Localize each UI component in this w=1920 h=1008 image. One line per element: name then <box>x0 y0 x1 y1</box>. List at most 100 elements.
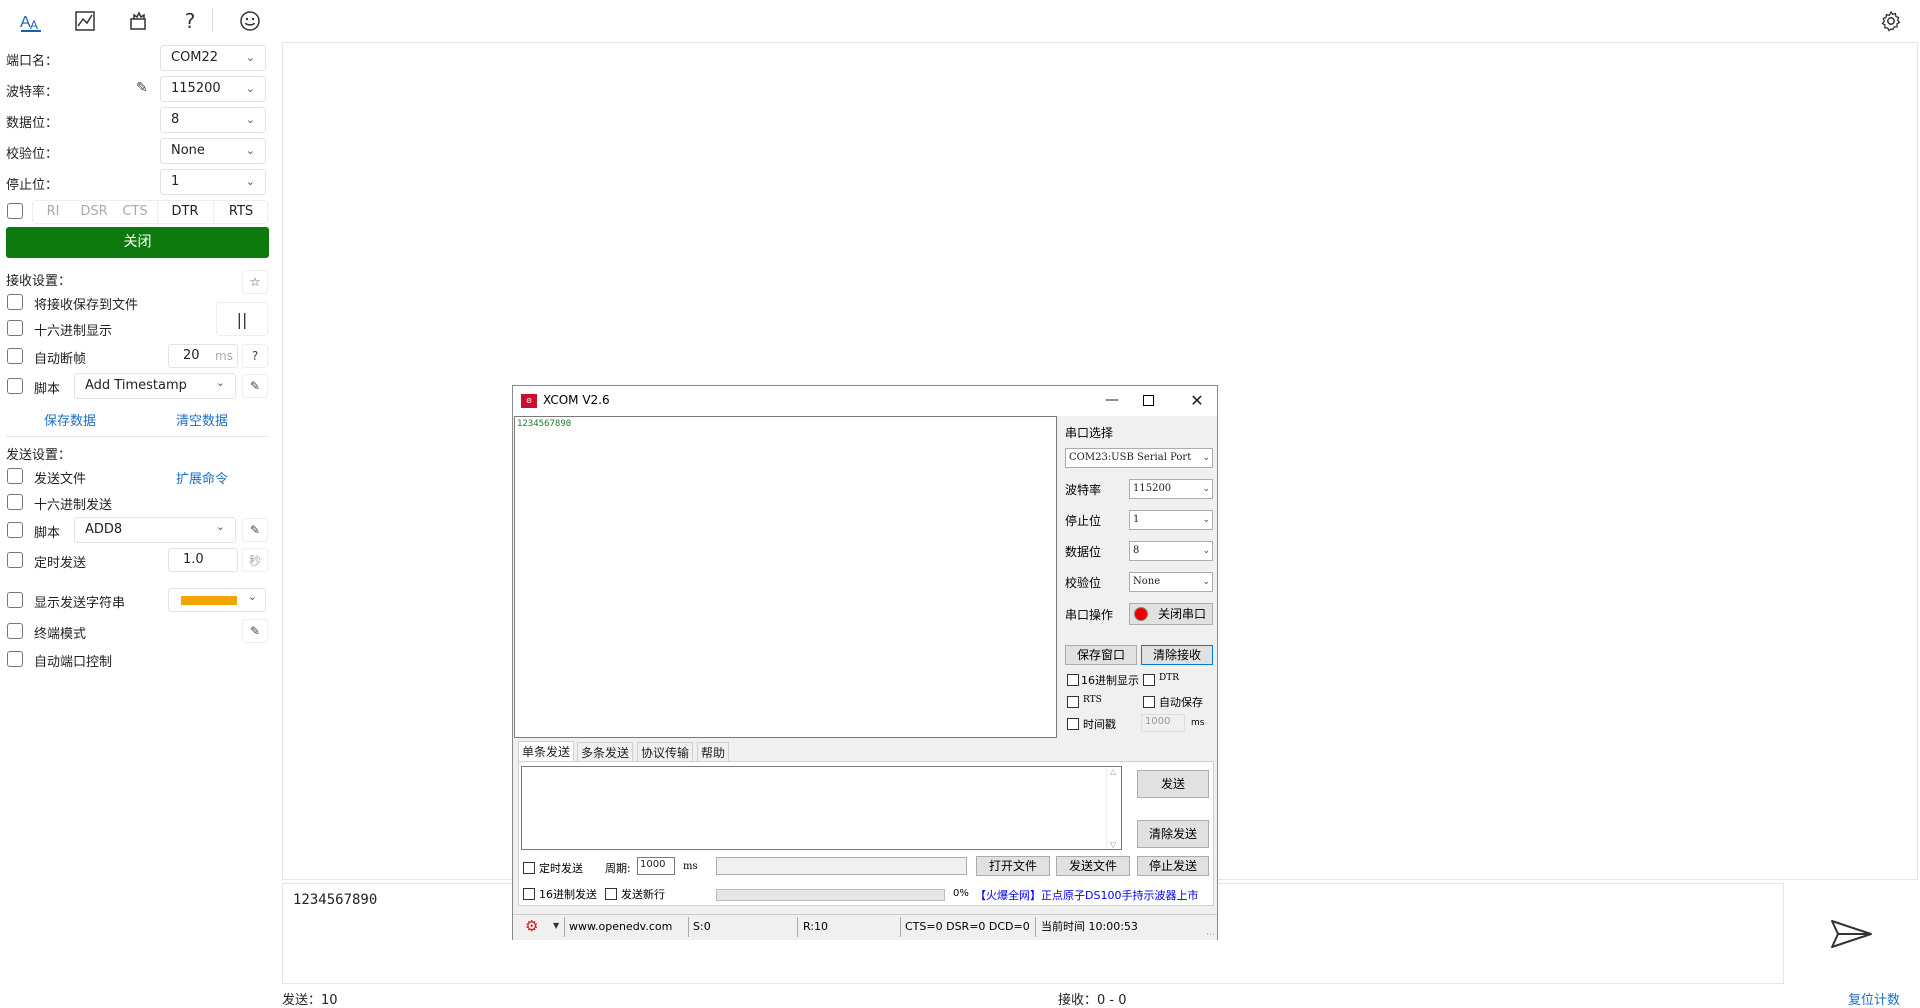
gear-icon[interactable] <box>1876 6 1906 36</box>
close-port-button[interactable]: 关闭 <box>6 227 269 258</box>
chevron-down-icon: ⌄ <box>1202 484 1210 494</box>
xcom-send-textbox[interactable]: △ ▽ <box>521 766 1122 850</box>
chevron-down-icon: ⌄ <box>247 590 257 603</box>
pins-checkbox[interactable] <box>7 203 23 219</box>
xcom-clear-send-button[interactable]: 清除发送 <box>1137 820 1209 848</box>
chevron-down-icon: ⌄ <box>1202 546 1210 556</box>
xcom-tab-protocol[interactable]: 协议传输 <box>637 742 694 762</box>
scroll-up-icon[interactable]: △ <box>1110 767 1116 776</box>
stop-bits-select[interactable]: 1 ⌄ <box>160 169 266 195</box>
xcom-send-newline-checkbox[interactable] <box>605 888 617 900</box>
maximize-icon[interactable] <box>1143 395 1154 406</box>
xcom-title: XCOM V2.6 <box>543 393 610 407</box>
pin-ri: RI <box>46 204 60 219</box>
xcom-timed-send-checkbox[interactable] <box>523 862 535 874</box>
xcom-send-newline-label: 发送新行 <box>621 888 665 901</box>
xcom-tab-single-send[interactable]: 单条发送 <box>518 741 575 762</box>
xcom-parity-select[interactable]: None ⌄ <box>1129 572 1213 592</box>
data-bits-label: 数据位： <box>6 116 59 131</box>
xcom-auto-save-checkbox[interactable] <box>1143 696 1155 708</box>
xcom-hex-display-checkbox[interactable] <box>1067 674 1079 686</box>
xcom-close-port-button[interactable]: 关闭串口 <box>1129 603 1213 625</box>
dropdown-arrow-icon[interactable]: ▼ <box>553 921 559 930</box>
emoji-icon[interactable] <box>235 6 265 36</box>
xcom-port-select[interactable]: COM23:USB Serial Port ⌄ <box>1065 448 1213 468</box>
minimize-icon[interactable]: — <box>1098 389 1126 413</box>
xcom-save-window-button[interactable]: 保存窗口 <box>1065 645 1137 665</box>
help-icon[interactable]: ? <box>175 6 205 36</box>
pause-button[interactable]: || <box>216 302 268 336</box>
terminal-mode-checkbox[interactable] <box>7 623 23 639</box>
xcom-hex-send-checkbox[interactable] <box>523 888 535 900</box>
settings-gear-icon[interactable]: ⚙ <box>525 917 538 935</box>
timed-send-checkbox[interactable] <box>7 552 23 568</box>
baud-select[interactable]: 115200 ⌄ <box>160 76 266 102</box>
xcom-file-path-input[interactable] <box>716 857 967 875</box>
xcom-period-input[interactable]: 1000 <box>637 857 675 875</box>
xcom-ts-input[interactable]: 1000 <box>1141 714 1185 732</box>
edit-script-icon[interactable]: ✎ <box>242 374 268 398</box>
edit-send-script-icon[interactable]: ✎ <box>242 518 268 542</box>
xcom-titlebar[interactable]: ⚙ XCOM V2.6 — ✕ <box>513 386 1217 416</box>
save-data-link[interactable]: 保存数据 <box>44 410 96 429</box>
reset-count-link[interactable]: 复位计数 <box>1848 989 1900 1008</box>
pin-dsr: DSR <box>80 204 108 219</box>
text-format-icon[interactable]: AA <box>16 6 46 36</box>
hex-send-checkbox[interactable] <box>7 494 23 510</box>
data-bits-select[interactable]: 8 ⌄ <box>160 107 266 133</box>
close-icon[interactable]: ✕ <box>1183 389 1211 413</box>
save-to-file-checkbox[interactable] <box>7 294 23 310</box>
send-string-color-picker[interactable]: ⌄ <box>168 588 266 612</box>
xcom-send-button[interactable]: 发送 <box>1137 770 1209 798</box>
xcom-hex-send-label: 16进制发送 <box>539 888 597 901</box>
chart-icon[interactable] <box>70 6 100 36</box>
baud-edit-icon[interactable]: ✎ <box>136 80 148 96</box>
auto-port-control-checkbox[interactable] <box>7 651 23 667</box>
xcom-clear-recv-button[interactable]: 清除接收 <box>1141 645 1213 665</box>
receive-script-select[interactable]: Add Timestamp ⌄ <box>74 373 236 399</box>
send-button[interactable] <box>1788 886 1916 982</box>
xcom-tab-help[interactable]: 帮助 <box>697 742 730 762</box>
xcom-open-file-button[interactable]: 打开文件 <box>976 856 1050 876</box>
send-script-select[interactable]: ADD8 ⌄ <box>74 517 236 543</box>
xcom-dtr-label: DTR <box>1159 673 1179 683</box>
xcom-timestamp-checkbox[interactable] <box>1067 718 1079 730</box>
send-file-checkbox[interactable] <box>7 468 23 484</box>
chevron-down-icon: ⌄ <box>245 175 255 188</box>
xcom-stop-send-button[interactable]: 停止发送 <box>1137 856 1209 876</box>
xcom-dtr-checkbox[interactable] <box>1143 674 1155 686</box>
xcom-baud-select[interactable]: 115200 ⌄ <box>1129 479 1213 499</box>
plugin-icon[interactable] <box>123 6 153 36</box>
scrollbar[interactable]: △ ▽ <box>1106 767 1121 849</box>
receive-script-checkbox[interactable] <box>7 378 23 394</box>
xcom-stop-select[interactable]: 1 ⌄ <box>1129 510 1213 530</box>
status-separator <box>900 917 901 937</box>
clear-data-link[interactable]: 清空数据 <box>176 410 228 429</box>
xcom-status-url[interactable]: www.openedv.com <box>569 915 672 939</box>
xcom-receive-box[interactable]: 1234567890 <box>514 416 1057 738</box>
xcom-timed-send-label: 定时发送 <box>539 862 583 875</box>
xcom-tab-multi-send[interactable]: 多条发送 <box>577 742 634 762</box>
resize-grip-icon[interactable]: ⋯ <box>1206 930 1215 940</box>
help-button[interactable]: ? <box>242 344 268 368</box>
send-script-checkbox[interactable] <box>7 522 23 538</box>
xcom-data-value: 8 <box>1133 545 1140 556</box>
port-select[interactable]: COM22 ⌄ <box>160 45 266 71</box>
xcom-rts-checkbox[interactable] <box>1067 696 1079 708</box>
scroll-down-icon[interactable]: ▽ <box>1110 840 1116 849</box>
frame-ms-input[interactable]: 20 ms <box>168 344 238 368</box>
xcom-data-select[interactable]: 8 ⌄ <box>1129 541 1213 561</box>
extend-command-link[interactable]: 扩展命令 <box>176 468 228 487</box>
interval-input[interactable]: 1.0 <box>168 548 238 572</box>
xcom-ad-link[interactable]: 【火爆全网】正点原子DS100手持示波器上市 <box>975 887 1198 903</box>
star-icon[interactable]: ☆ <box>242 270 268 294</box>
pin-dtr-button[interactable]: DTR <box>157 201 212 223</box>
edit-terminal-icon[interactable]: ✎ <box>242 619 268 643</box>
pin-rts-button[interactable]: RTS <box>213 201 268 223</box>
send-script-label: 脚本 <box>34 526 61 541</box>
auto-frame-checkbox[interactable] <box>7 348 23 364</box>
hex-display-checkbox[interactable] <box>7 320 23 336</box>
parity-select[interactable]: None ⌄ <box>160 138 266 164</box>
show-send-string-checkbox[interactable] <box>7 592 23 608</box>
xcom-send-file-button[interactable]: 发送文件 <box>1056 856 1130 876</box>
